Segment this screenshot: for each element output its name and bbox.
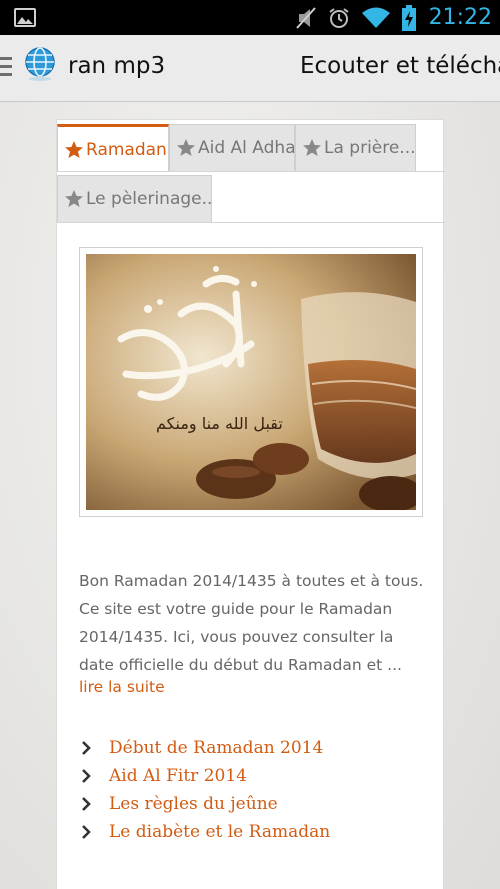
article-description: Bon Ramadan 2014/1435 à toutes et à tous…	[79, 572, 424, 674]
status-time: 21:22	[428, 5, 492, 30]
menu-icon[interactable]	[0, 57, 14, 77]
article-links: Début de Ramadan 2014 Aid Al Fitr 2014 L…	[79, 734, 330, 846]
star-icon	[177, 139, 195, 156]
tab-divider	[57, 222, 445, 223]
list-item[interactable]: Les règles du jeûne	[79, 790, 330, 818]
content-card: Ramadan Aid Al Adha La prière... Le pèle…	[56, 119, 445, 889]
link-regles-jeune[interactable]: Les règles du jeûne	[109, 794, 278, 814]
tab-divider	[57, 171, 445, 172]
app-title: ran mp3	[68, 53, 166, 79]
list-item[interactable]: Début de Ramadan 2014	[79, 734, 330, 762]
list-item[interactable]: Le diabète et le Ramadan	[79, 818, 330, 846]
tab-label: Ramadan	[86, 139, 167, 160]
chevron-right-icon	[82, 741, 91, 755]
tab-ramadan[interactable]: Ramadan	[57, 124, 169, 172]
arabic-caption: تقبل الله منا ومنكم	[156, 414, 283, 434]
read-more-link[interactable]: lire la suite	[79, 678, 165, 696]
chevron-right-icon	[82, 769, 91, 783]
star-icon	[65, 140, 83, 158]
tab-label: Aid Al Adha	[198, 138, 295, 158]
page-background: Ramadan Aid Al Adha La prière... Le pèle…	[0, 102, 500, 889]
gallery-icon	[14, 8, 36, 27]
globe-icon[interactable]	[22, 46, 58, 82]
list-item[interactable]: Aid Al Fitr 2014	[79, 762, 330, 790]
link-debut-ramadan[interactable]: Début de Ramadan 2014	[109, 738, 323, 758]
battery-charging-icon	[401, 4, 416, 31]
tab-la-priere[interactable]: La prière...	[295, 124, 416, 172]
page-title: Ecouter et télécha	[300, 53, 500, 79]
alarm-icon	[328, 7, 349, 28]
chevron-right-icon	[82, 825, 91, 839]
action-bar: ran mp3 Ecouter et télécha	[0, 35, 500, 102]
star-icon	[65, 190, 83, 207]
link-diabete-ramadan[interactable]: Le diabète et le Ramadan	[109, 822, 330, 842]
chevron-right-icon	[82, 797, 91, 811]
tab-le-pelerinage[interactable]: Le pèlerinage...	[57, 175, 212, 223]
wifi-icon	[361, 7, 390, 28]
mute-icon	[295, 6, 316, 29]
star-icon	[303, 139, 321, 156]
tab-aid-al-adha[interactable]: Aid Al Adha	[169, 124, 295, 172]
link-aid-al-fitr[interactable]: Aid Al Fitr 2014	[109, 766, 247, 786]
tab-label: La prière...	[324, 138, 416, 158]
status-bar: 21:22	[0, 0, 500, 35]
tab-label: Le pèlerinage...	[86, 189, 212, 209]
ramadan-image[interactable]: تقبل الله منا ومنكم	[79, 247, 423, 517]
